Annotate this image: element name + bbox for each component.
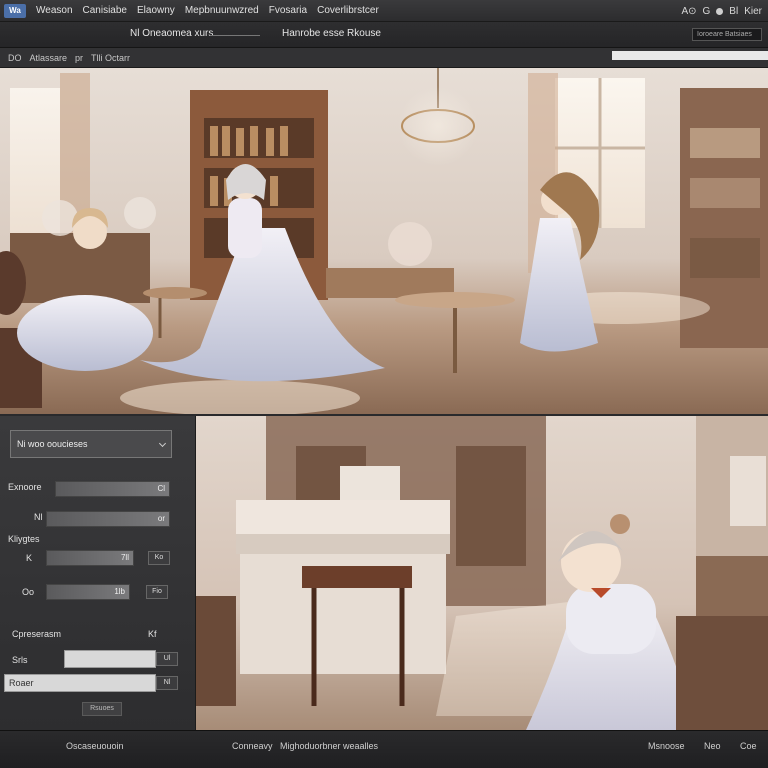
- menu-item-6[interactable]: Coverlibrstcer: [317, 5, 379, 16]
- piano-room-illustration: [196, 416, 768, 730]
- section-badge: Kf: [148, 629, 157, 639]
- slider-4-box[interactable]: Fio: [146, 585, 168, 599]
- menu-item-3[interactable]: Elaowny: [137, 5, 175, 16]
- record-dot-icon[interactable]: [716, 7, 724, 15]
- slider-1-value: Cl: [157, 484, 165, 493]
- slider-3-value: 7ll: [120, 553, 129, 562]
- status-b[interactable]: G: [703, 6, 711, 17]
- input1-label: Srls: [12, 655, 28, 665]
- status-a[interactable]: A⊙: [681, 6, 696, 17]
- status-button-left[interactable]: Oscaseuouoin: [66, 741, 124, 751]
- tab-divider: [210, 35, 260, 36]
- breadcrumb-d[interactable]: Tlli Octarr: [91, 53, 130, 63]
- status-c[interactable]: Bl: [729, 6, 738, 17]
- status-left-a: Conneavy: [232, 741, 273, 751]
- row-label-4: K: [26, 553, 33, 563]
- status-bar: Oscaseuouoin Conneavy Mighoduorbner weaa…: [0, 730, 768, 768]
- toolbar: Nl Oneaomea xurs Hanrobe esse Rkouse Ior…: [0, 22, 768, 48]
- input2-box[interactable]: Nl: [156, 676, 178, 690]
- status-right-b[interactable]: Neo: [704, 741, 721, 751]
- row-label-2: Nl: [34, 512, 43, 522]
- slider-1[interactable]: Cl: [55, 481, 170, 497]
- menu-item-1[interactable]: Weason: [36, 5, 73, 16]
- slider-3-box[interactable]: Ko: [148, 551, 170, 565]
- properties-panel: Ni woo ooucieses Exnoore Cl Nl or Kliygt…: [0, 416, 196, 730]
- status-right-a[interactable]: Msnoose: [648, 741, 685, 751]
- status-d[interactable]: Kier: [744, 6, 762, 17]
- row-label-5: Oo: [22, 587, 35, 597]
- progress-strip: [612, 51, 768, 60]
- breadcrumb-b[interactable]: Atlassare: [30, 53, 68, 63]
- salon-illustration: [0, 68, 768, 414]
- menu-bar: Wa Weason Canisiabe Elaowny Mepbnuunwzre…: [0, 0, 768, 22]
- tab-primary[interactable]: Nl Oneaomea xurs: [130, 28, 213, 39]
- input-field-2[interactable]: Roaer: [4, 674, 156, 692]
- input-field-1[interactable]: [64, 650, 156, 668]
- slider-2-value: or: [157, 514, 165, 523]
- menu-item-2[interactable]: Canisiabe: [83, 5, 127, 16]
- section-label: Kliygtes: [8, 534, 40, 544]
- slider-4[interactable]: 1lb: [46, 584, 130, 600]
- toolbar-search-field[interactable]: Ioroeare Batsiaes: [692, 28, 762, 41]
- input1-box[interactable]: Ul: [156, 652, 178, 666]
- breadcrumb-c[interactable]: pr: [75, 53, 83, 63]
- menu-item-5[interactable]: Fvosaria: [269, 5, 307, 16]
- panel-dropdown-label: Ni woo ooucieses: [17, 439, 88, 449]
- menu-item-4[interactable]: Mepbnuunwzred: [185, 5, 259, 16]
- apply-button[interactable]: Rsuoes: [82, 702, 122, 716]
- canvas-preview-top[interactable]: [0, 68, 768, 414]
- section-cpreserasm: Cpreserasm: [12, 629, 62, 639]
- status-right-c[interactable]: Coe: [740, 741, 757, 751]
- status-left-b: Mighoduorbner weaalles: [280, 741, 379, 751]
- row-label-1: Exnoore: [8, 482, 42, 492]
- menubar-status: A⊙ G Bl Kier: [681, 0, 762, 22]
- slider-4-value: 1lb: [114, 587, 125, 596]
- breadcrumb: DO Atlassare pr Tlli Octarr: [0, 48, 768, 68]
- breadcrumb-a[interactable]: DO: [8, 53, 22, 63]
- chevron-down-icon: [158, 439, 167, 448]
- slider-3[interactable]: 7ll: [46, 550, 134, 566]
- canvas-preview-bottom[interactable]: [196, 416, 768, 730]
- slider-2[interactable]: or: [46, 511, 170, 527]
- app-logo-icon[interactable]: Wa: [4, 3, 26, 18]
- tab-secondary[interactable]: Hanrobe esse Rkouse: [282, 28, 381, 39]
- panel-dropdown[interactable]: Ni woo ooucieses: [10, 430, 172, 458]
